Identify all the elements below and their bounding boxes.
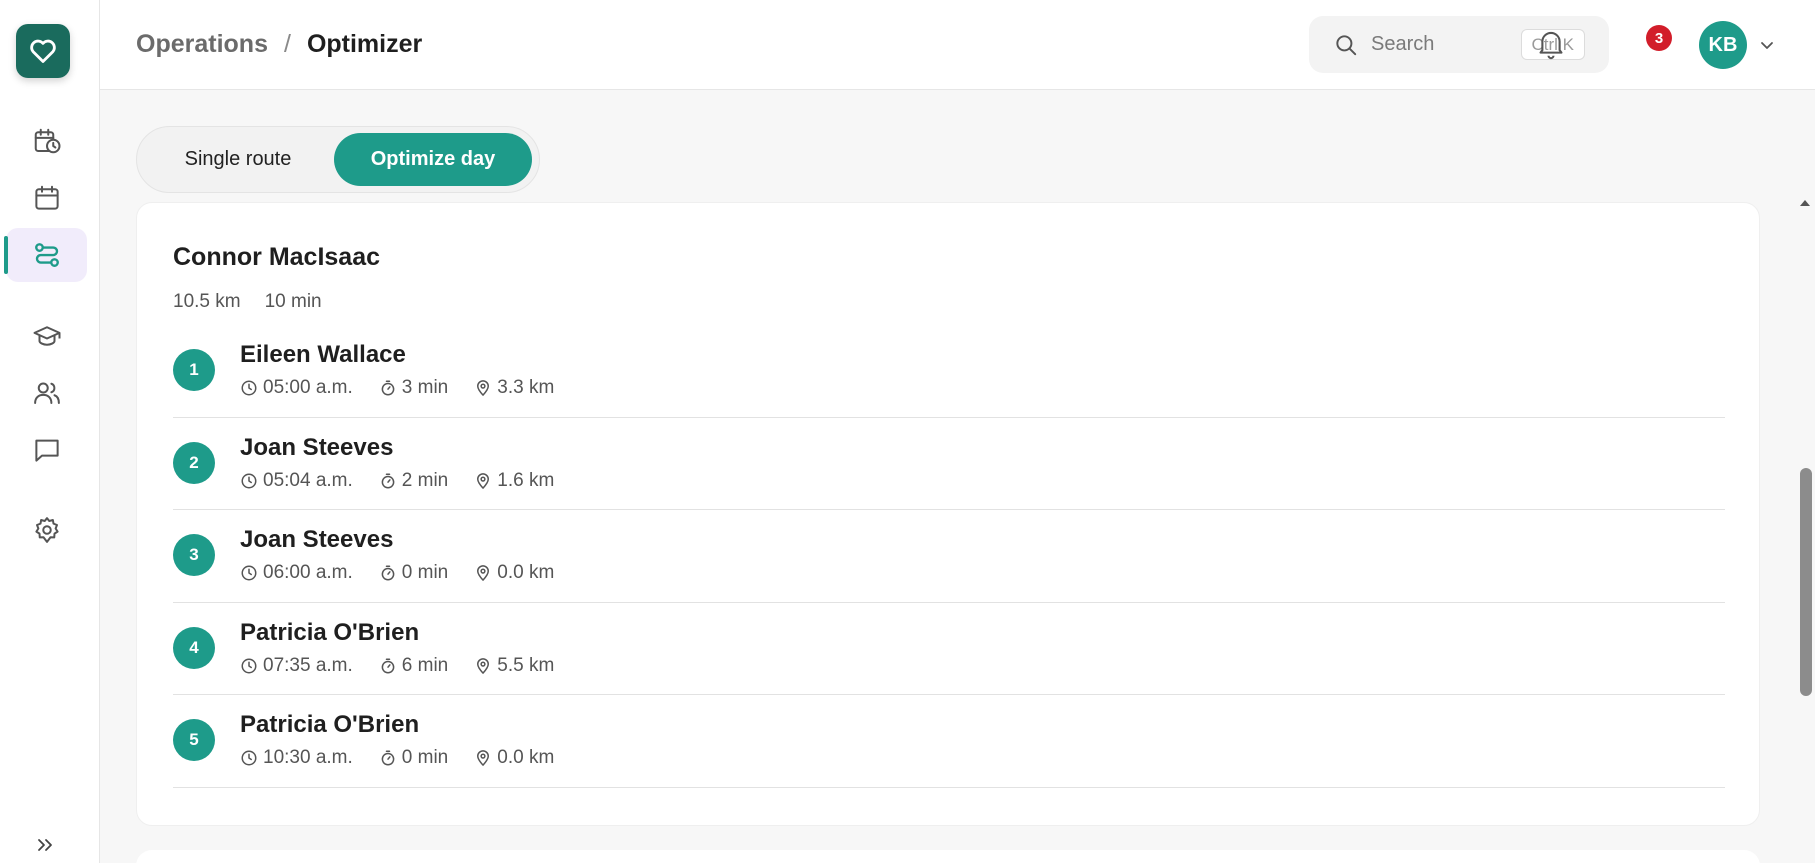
drive-distance: 0.0 km bbox=[474, 562, 554, 584]
arrival-time: 05:00 a.m. bbox=[240, 377, 353, 399]
breadcrumb-operations-link[interactable]: Operations bbox=[136, 30, 268, 59]
arrival-time: 06:00 a.m. bbox=[240, 562, 353, 584]
nav-settings[interactable] bbox=[6, 503, 87, 557]
stop-row[interactable]: 2 Joan Steeves 05:04 a.m. 2 min 1.6 km bbox=[173, 418, 1725, 510]
drive-distance: 0.0 km bbox=[474, 747, 554, 769]
clock-icon bbox=[241, 565, 257, 581]
stop-details: 06:00 a.m. 0 min 0.0 km bbox=[240, 562, 580, 584]
sidebar bbox=[0, 0, 100, 863]
route-icon bbox=[34, 243, 59, 267]
stop-number-badge: 5 bbox=[173, 719, 215, 761]
stopwatch-icon bbox=[381, 565, 395, 581]
client-name: Eileen Wallace bbox=[240, 341, 406, 368]
calendar-icon bbox=[34, 185, 59, 210]
scrollbar-thumb[interactable] bbox=[1800, 468, 1812, 696]
driver-name: Connor MacIsaac bbox=[173, 243, 381, 271]
app-logo-heart-icon[interactable] bbox=[16, 24, 70, 78]
stop-details: 07:35 a.m. 6 min 5.5 km bbox=[240, 655, 580, 677]
location-pin-icon bbox=[477, 380, 490, 396]
stop-number-badge: 2 bbox=[173, 441, 215, 484]
client-name: Joan Steeves bbox=[240, 433, 394, 461]
chat-icon bbox=[34, 439, 59, 462]
drive-time: 0 min bbox=[379, 562, 448, 584]
stopwatch-icon bbox=[381, 473, 395, 488]
drive-time: 2 min bbox=[379, 470, 448, 492]
optimize-day-tab[interactable]: Optimize day bbox=[334, 133, 532, 186]
stop-details: 05:04 a.m. 2 min 1.6 km bbox=[240, 470, 580, 492]
nav-route-optimizer[interactable] bbox=[4, 228, 87, 282]
route-card: Connor MacIsaac 10.5 km 10 min 1 Eileen … bbox=[136, 202, 1760, 826]
route-summary: 10.5 km 10 min bbox=[173, 291, 322, 313]
stop-number-badge: 1 bbox=[173, 349, 215, 391]
stop-number-badge: 4 bbox=[173, 626, 215, 669]
clock-icon bbox=[241, 380, 257, 396]
expand-sidebar-button[interactable] bbox=[30, 830, 60, 860]
arrival-time: 05:04 a.m. bbox=[240, 470, 353, 492]
next-route-card bbox=[136, 850, 1760, 863]
notification-count-badge: 3 bbox=[1646, 25, 1672, 51]
user-avatar[interactable]: KB bbox=[1699, 21, 1747, 69]
clock-icon bbox=[241, 658, 257, 673]
page-title: Optimizer bbox=[306, 30, 423, 58]
stopwatch-icon bbox=[381, 658, 395, 673]
route-total-duration: 10 min bbox=[264, 291, 322, 312]
drive-distance: 1.6 km bbox=[474, 470, 554, 492]
route-total-distance: 10.5 km bbox=[173, 291, 241, 312]
nav-schedule[interactable] bbox=[6, 114, 87, 168]
breadcrumb-separator: / bbox=[283, 30, 291, 58]
client-name: Patricia O'Brien bbox=[240, 711, 420, 738]
double-chevron-right-icon bbox=[38, 839, 52, 851]
search-icon bbox=[1336, 34, 1357, 55]
stop-row[interactable]: 4 Patricia O'Brien 07:35 a.m. 6 min 5.5 … bbox=[173, 603, 1725, 695]
location-pin-icon bbox=[477, 657, 490, 674]
stop-row[interactable]: 3 Joan Steeves 06:00 a.m. 0 min 0.0 km bbox=[173, 510, 1725, 603]
nav-calendar[interactable] bbox=[6, 171, 87, 225]
drive-distance: 3.3 km bbox=[474, 377, 554, 399]
nav-users[interactable] bbox=[6, 366, 87, 420]
breadcrumb: Operations / Optimizer bbox=[136, 30, 422, 59]
account-menu-chevron-down-icon[interactable] bbox=[1757, 35, 1777, 55]
stopwatch-icon bbox=[381, 750, 395, 766]
stop-row[interactable]: 1 Eileen Wallace 05:00 a.m. 3 min 3.3 km bbox=[173, 325, 1725, 418]
drive-time: 6 min bbox=[379, 655, 448, 677]
clock-icon bbox=[241, 750, 257, 766]
users-icon bbox=[33, 382, 60, 404]
stop-details: 10:30 a.m. 0 min 0.0 km bbox=[240, 747, 580, 769]
clock-icon bbox=[241, 473, 257, 488]
arrival-time: 07:35 a.m. bbox=[240, 655, 353, 677]
stop-details: 05:00 a.m. 3 min 3.3 km bbox=[240, 377, 580, 399]
search-placeholder: Search bbox=[1371, 33, 1435, 55]
nav-messages[interactable] bbox=[6, 423, 87, 477]
location-pin-icon bbox=[477, 750, 490, 766]
arrival-time: 10:30 a.m. bbox=[240, 747, 353, 769]
gear-icon bbox=[34, 517, 59, 543]
nav-training[interactable] bbox=[6, 309, 87, 363]
notifications-button[interactable] bbox=[1536, 28, 1568, 62]
stop-number-badge: 3 bbox=[173, 534, 215, 576]
location-pin-icon bbox=[477, 472, 490, 489]
client-name: Patricia O'Brien bbox=[240, 618, 420, 646]
drive-time: 3 min bbox=[379, 377, 448, 399]
stopwatch-icon bbox=[381, 380, 395, 396]
client-name: Joan Steeves bbox=[240, 526, 394, 553]
location-pin-icon bbox=[477, 565, 490, 581]
drive-time: 0 min bbox=[379, 747, 448, 769]
single-route-tab[interactable]: Single route bbox=[143, 133, 333, 186]
schedule-icon bbox=[34, 128, 60, 154]
drive-distance: 5.5 km bbox=[474, 655, 554, 677]
bell-icon bbox=[1539, 31, 1563, 60]
graduation-cap-icon bbox=[33, 326, 60, 346]
optimizer-mode-toggle: Single route Optimize day bbox=[136, 126, 540, 193]
stop-row[interactable]: 5 Patricia O'Brien 10:30 a.m. 0 min 0.0 … bbox=[173, 695, 1725, 788]
stop-list: 1 Eileen Wallace 05:00 a.m. 3 min 3.3 km bbox=[173, 325, 1725, 788]
scroll-up-arrow[interactable] bbox=[1800, 200, 1810, 206]
